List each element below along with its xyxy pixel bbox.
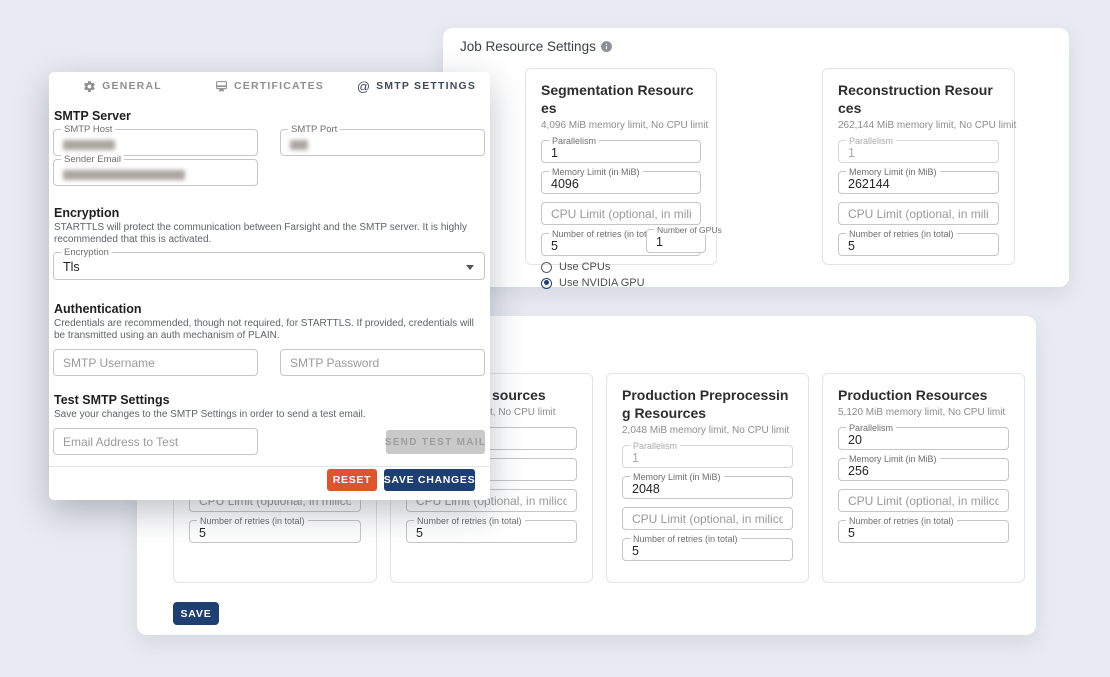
smtp-host-field[interactable]: SMTP Host [53,129,258,156]
tab-general[interactable]: GENERAL [49,76,196,96]
cpu-limit-field[interactable]: CPU Limit (optional, in milicores) [838,202,999,225]
test-email-field[interactable]: Email Address to Test [53,428,258,455]
retries-field[interactable]: Number of retries (in total) 5 [406,520,577,543]
use-cpus-radio[interactable]: Use CPUs [541,261,701,273]
parallelism-field[interactable]: Parallelism 20 [838,427,1009,450]
redacted-value [63,170,185,180]
authentication-description: Credentials are recommended, though not … [54,318,486,342]
redacted-value [63,140,115,150]
smtp-password-field[interactable]: SMTP Password [280,349,485,376]
info-icon[interactable] [600,39,613,53]
panel-title: Production Resources [838,386,1009,404]
memory-limit-field[interactable]: Memory Limit (in MiB) 256 [838,458,1009,481]
panel-subtitle: 2,048 MiB memory limit, No CPU limit [622,424,793,437]
production-resources-panel: Production Resources 5,120 MiB memory li… [822,373,1025,583]
use-nvidia-gpu-radio[interactable]: Use NVIDIA GPU [541,277,701,289]
authentication-heading: Authentication [54,302,142,316]
memory-limit-field[interactable]: Memory Limit (in MiB) 2048 [622,476,793,499]
sender-email-field[interactable]: Sender Email [53,159,258,186]
cpu-limit-field[interactable]: CPU Limit (optional, in milicores) [622,507,793,530]
panel-subtitle: 5,120 MiB memory limit, No CPU limit [838,406,1009,419]
encryption-select[interactable]: Encryption Tls [53,252,485,280]
page-title: Job Resource Settings [460,39,596,54]
send-test-mail-button[interactable]: SEND TEST MAIL [386,430,485,454]
radio-unselected-icon [541,262,552,273]
cpu-limit-field[interactable]: CPU Limit (optional, in milicores) [838,489,1009,512]
tab-certificates[interactable]: CERTIFICATES [196,76,343,96]
test-smtp-description: Save your changes to the SMTP Settings i… [54,409,486,421]
test-smtp-heading: Test SMTP Settings [54,393,170,407]
panel-subtitle: 4,096 MiB memory limit, No CPU limit [541,119,701,132]
redacted-value [290,140,308,150]
tab-smtp-settings[interactable]: @ SMTP SETTINGS [343,76,490,96]
panel-title: Production Preprocessing Resources [622,386,793,422]
app-root: Job Resource Settings Segmentation Resou… [0,0,1110,677]
number-of-gpus-field[interactable]: Number of GPUs 1 [646,229,706,253]
production-preprocessing-resources-panel: Production Preprocessing Resources 2,048… [606,373,809,583]
settings-tab-bar: GENERAL CERTIFICATES @ SMTP SETTINGS [49,76,490,96]
panel-title: Reconstruction Resources [838,81,999,117]
smtp-settings-modal: GENERAL CERTIFICATES @ SMTP SETTINGS SMT… [49,72,490,500]
radio-selected-icon [541,278,552,289]
footer-divider [49,466,490,467]
smtp-server-heading: SMTP Server [54,109,131,123]
reconstruction-resources-panel: Reconstruction Resources 262,144 MiB mem… [822,68,1015,265]
memory-limit-field[interactable]: Memory Limit (in MiB) 4096 [541,171,701,194]
cpu-limit-field[interactable]: CPU Limit (optional, in milicores) [541,202,701,225]
parallelism-field[interactable]: Parallelism 1 [838,140,999,163]
smtp-username-field[interactable]: SMTP Username [53,349,258,376]
segmentation-resources-panel: Segmentation Resources 4,096 MiB memory … [525,68,717,265]
memory-limit-field[interactable]: Memory Limit (in MiB) 262144 [838,171,999,194]
retries-field[interactable]: Number of retries (in total) 5 [838,233,999,256]
reset-button[interactable]: RESET [327,469,377,491]
save-button[interactable]: SAVE [173,602,219,625]
gear-icon [83,80,96,93]
retries-field[interactable]: Number of retries (in total) 5 [189,520,361,543]
smtp-port-field[interactable]: SMTP Port [280,129,485,156]
processor-radio-group: Use CPUs Use NVIDIA GPU [541,261,701,289]
certificate-icon [215,80,228,93]
retries-field[interactable]: Number of retries (in total) 5 [838,520,1009,543]
panel-title: Segmentation Resources [541,81,701,117]
job-resource-settings-card: Job Resource Settings Segmentation Resou… [443,28,1069,287]
chevron-down-icon [466,265,474,270]
job-resource-settings-title-row: Job Resource Settings [460,35,613,57]
encryption-heading: Encryption [54,206,119,220]
panel-subtitle: 262,144 MiB memory limit, No CPU limit [838,119,999,132]
at-icon: @ [357,79,370,94]
save-changes-button[interactable]: SAVE CHANGES [384,469,475,491]
encryption-description: STARTTLS will protect the communication … [54,222,486,246]
parallelism-field[interactable]: Parallelism 1 [622,445,793,468]
retries-field[interactable]: Number of retries (in total) 5 [622,538,793,561]
parallelism-field[interactable]: Parallelism 1 [541,140,701,163]
